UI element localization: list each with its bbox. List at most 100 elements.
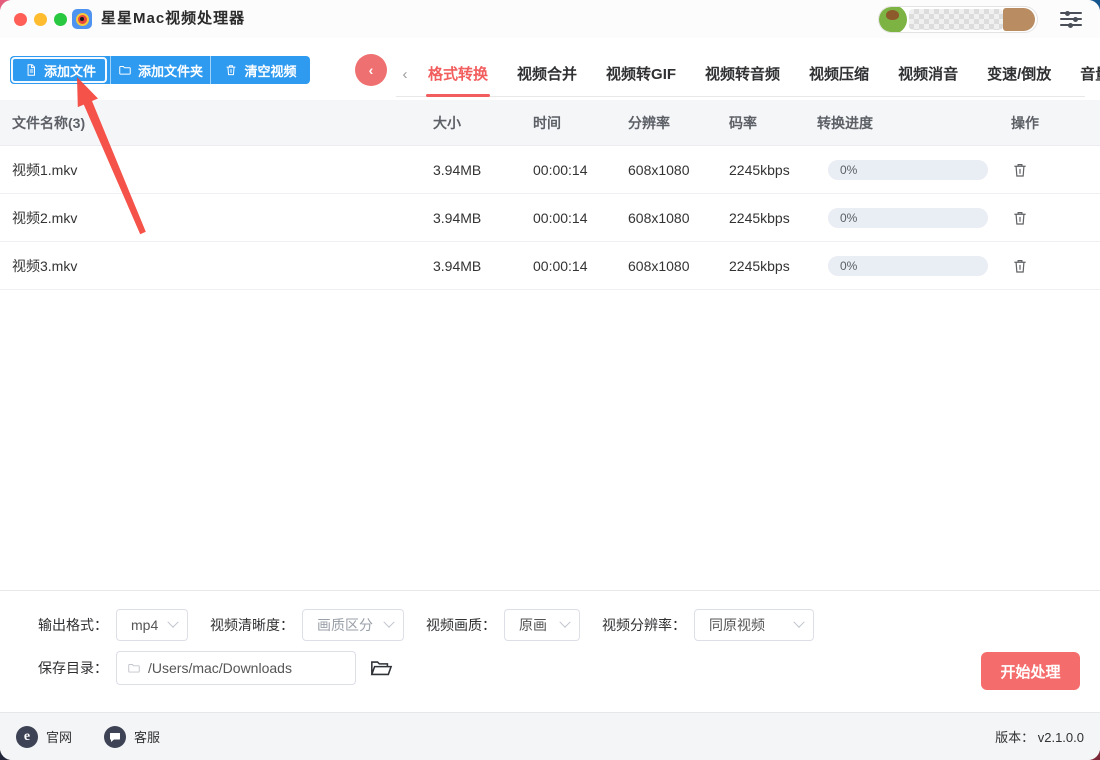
folder-open-icon — [370, 661, 393, 676]
support-label: 客服 — [134, 730, 161, 745]
settings-row-1: 输出格式： mp4 视频清晰度： 画质区分 视频画质： 原画 视频分辨率： 同原… — [38, 609, 836, 641]
tab-video-to-audio[interactable]: 视频转音频 — [705, 52, 780, 97]
file-size: 3.94MB — [433, 210, 482, 226]
resolution-select[interactable]: 同原视频 — [694, 609, 814, 641]
quality-select[interactable]: 原画 — [504, 609, 580, 641]
header-bitrate: 码率 — [729, 115, 757, 131]
file-name: 视频3.mkv — [12, 258, 78, 274]
traffic-lights — [14, 13, 67, 26]
start-processing-button[interactable]: 开始处理 — [981, 652, 1080, 690]
tab-volume-adjust[interactable]: 音量调整 — [1080, 52, 1100, 97]
tab-video-to-gif[interactable]: 视频转GIF — [606, 52, 676, 97]
quality-value: 原画 — [519, 617, 547, 633]
clarity-value: 画质区分 — [317, 617, 373, 633]
resolution-value: 同原视频 — [709, 617, 765, 633]
table-row: 视频3.mkv 3.94MB 00:00:14 608x1080 2245kbp… — [0, 242, 1100, 290]
chevron-down-icon — [793, 616, 805, 628]
progress-bar: 0% — [828, 160, 988, 180]
chat-bubble-icon — [104, 725, 127, 748]
progress-value: 0% — [840, 259, 858, 273]
tabs: 格式转换 视频合并 视频转GIF 视频转音频 视频压缩 视频消音 变速/倒放 音… — [425, 52, 1100, 97]
tab-format-convert[interactable]: 格式转换 — [425, 52, 491, 97]
delete-row-button[interactable] — [1011, 209, 1029, 227]
version-value: v2.1.0.0 — [1037, 730, 1084, 745]
version-text: 版本： v2.1.0.0 — [995, 727, 1084, 746]
output-format-label: 输出格式： — [38, 617, 108, 633]
file-bitrate: 2245kbps — [729, 210, 790, 226]
zoom-button[interactable] — [54, 13, 67, 26]
clear-videos-button[interactable]: 清空视频 — [210, 56, 310, 84]
header-file-name: 文件名称(3) — [12, 115, 86, 131]
add-folder-label: 添加文件夹 — [137, 63, 203, 79]
add-file-button[interactable]: 添加文件 — [10, 56, 110, 84]
progress-value: 0% — [840, 211, 858, 225]
minimize-button[interactable] — [34, 13, 47, 26]
chevron-down-icon — [167, 616, 179, 628]
trash-icon — [227, 65, 236, 76]
customer-support-link[interactable]: 客服 — [104, 725, 161, 748]
file-name: 视频1.mkv — [12, 162, 78, 178]
user-account-badge[interactable] — [878, 6, 1038, 33]
file-duration: 00:00:14 — [533, 210, 588, 226]
add-folder-button[interactable]: 添加文件夹 — [110, 56, 210, 84]
clarity-label: 视频清晰度： — [210, 617, 294, 633]
tab-video-compress[interactable]: 视频压缩 — [809, 52, 869, 97]
file-bitrate: 2245kbps — [729, 162, 790, 178]
progress-bar: 0% — [828, 208, 988, 228]
file-duration: 00:00:14 — [533, 162, 588, 178]
file-resolution: 608x1080 — [628, 258, 690, 274]
file-icon — [27, 64, 35, 76]
progress-bar: 0% — [828, 256, 988, 276]
username-redacted — [909, 9, 1003, 30]
table-header: 文件名称(3) 大小 时间 分辨率 码率 转换进度 操作 — [0, 100, 1100, 146]
table-row: 视频1.mkv 3.94MB 00:00:14 608x1080 2245kbp… — [0, 146, 1100, 194]
chevron-down-icon — [383, 616, 395, 628]
avatar — [879, 7, 907, 32]
app-window: 星星Mac视频处理器 添加文件 添加文件夹 清空视频 ‹ ‹ 格式转换 视频合并… — [0, 0, 1100, 760]
footer: e 官网 客服 版本： v2.1.0.0 — [0, 712, 1100, 760]
save-dir-input[interactable]: /Users/mac/Downloads — [116, 651, 356, 685]
file-resolution: 608x1080 — [628, 210, 690, 226]
trash-icon — [1014, 212, 1026, 225]
tab-video-merge[interactable]: 视频合并 — [517, 52, 577, 97]
collapse-circle-button[interactable]: ‹ — [355, 54, 387, 86]
file-name: 视频2.mkv — [12, 210, 78, 226]
header-size: 大小 — [433, 115, 461, 131]
header-resolution: 分辨率 — [628, 115, 670, 131]
file-toolbar: 添加文件 添加文件夹 清空视频 — [10, 56, 310, 84]
file-size: 3.94MB — [433, 258, 482, 274]
header-progress: 转换进度 — [817, 115, 873, 131]
file-size: 3.94MB — [433, 162, 482, 178]
app-title: 星星Mac视频处理器 — [101, 10, 246, 27]
chevron-down-icon — [559, 616, 571, 628]
file-resolution: 608x1080 — [628, 162, 690, 178]
delete-row-button[interactable] — [1011, 161, 1029, 179]
website-label: 官网 — [46, 730, 73, 745]
output-settings-panel: 输出格式： mp4 视频清晰度： 画质区分 视频画质： 原画 视频分辨率： 同原… — [0, 590, 1100, 712]
save-dir-label: 保存目录： — [38, 660, 108, 676]
folder-icon — [128, 664, 140, 673]
delete-row-button[interactable] — [1011, 257, 1029, 275]
table-row: 视频2.mkv 3.94MB 00:00:14 608x1080 2245kbp… — [0, 194, 1100, 242]
folder-icon — [119, 66, 131, 75]
save-dir-value: /Users/mac/Downloads — [148, 660, 292, 676]
tab-speed-reverse[interactable]: 变速/倒放 — [987, 52, 1051, 97]
username-redacted-end — [1003, 8, 1035, 31]
output-format-select[interactable]: mp4 — [116, 609, 188, 641]
clarity-select[interactable]: 画质区分 — [302, 609, 404, 641]
header-action: 操作 — [1011, 115, 1039, 131]
tab-video-mute[interactable]: 视频消音 — [898, 52, 958, 97]
add-file-label: 添加文件 — [43, 63, 96, 79]
file-duration: 00:00:14 — [533, 258, 588, 274]
tab-strip: ‹ 格式转换 视频合并 视频转GIF 视频转音频 视频压缩 视频消音 变速/倒放… — [396, 52, 1100, 97]
version-label: 版本： — [995, 730, 1035, 745]
close-button[interactable] — [14, 13, 27, 26]
quality-label: 视频画质： — [426, 617, 496, 633]
trash-icon — [1014, 260, 1026, 273]
official-website-link[interactable]: e 官网 — [16, 725, 73, 748]
tabs-scroll-left[interactable]: ‹ — [396, 66, 414, 83]
progress-value: 0% — [840, 163, 858, 177]
website-icon: e — [16, 725, 38, 748]
settings-sliders-icon[interactable] — [1060, 10, 1082, 28]
browse-folder-button[interactable] — [369, 657, 393, 679]
